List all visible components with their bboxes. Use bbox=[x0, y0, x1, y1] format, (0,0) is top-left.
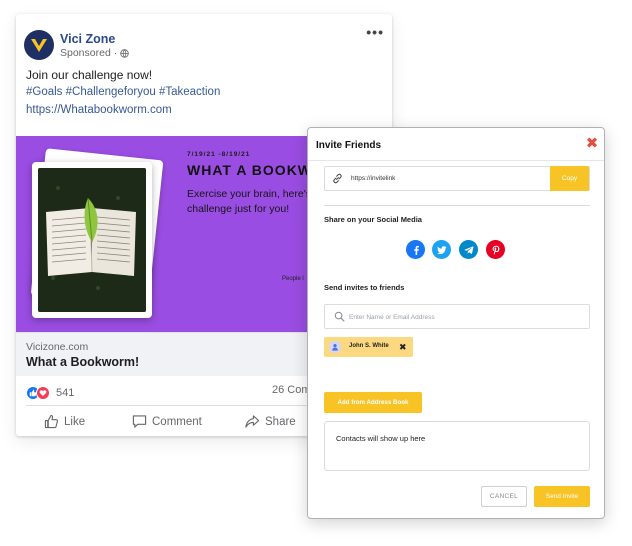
book-photo-image bbox=[38, 168, 146, 312]
invite-link-field[interactable]: https://invitelink Copy bbox=[324, 166, 590, 191]
twitter-icon bbox=[436, 245, 446, 254]
remove-recipient-icon[interactable]: ✖ bbox=[399, 341, 407, 353]
sponsored-label: Sponsored · bbox=[60, 47, 129, 59]
banner-description: Exercise your brain, here's a challenge … bbox=[187, 188, 320, 215]
reactions-summary[interactable]: 541 bbox=[26, 384, 74, 402]
cancel-button[interactable]: CANCEL bbox=[481, 486, 527, 507]
like-label: Like bbox=[64, 415, 86, 428]
post-text: Join our challenge now! bbox=[26, 68, 153, 82]
recipient-name: John S. White bbox=[349, 343, 389, 349]
comment-button[interactable]: Comment bbox=[132, 414, 202, 429]
more-options-icon[interactable]: ••• bbox=[366, 24, 384, 40]
banner-dates: 7/19/21 -8/19/21 bbox=[187, 151, 251, 158]
send-invites-label: Send invites to friends bbox=[324, 283, 405, 292]
screen: Vici Zone Sponsored · ••• Join our chall… bbox=[0, 0, 632, 546]
share-button[interactable]: Share bbox=[244, 414, 296, 429]
reaction-count: 541 bbox=[56, 387, 75, 399]
facebook-share-button[interactable] bbox=[406, 240, 425, 259]
invite-friends-modal: Invite Friends ✖ https://invitelink Copy… bbox=[307, 127, 605, 519]
facebook-icon bbox=[413, 245, 419, 255]
pinterest-icon bbox=[492, 245, 499, 255]
open-book-illustration bbox=[38, 168, 146, 312]
banner-title: WHAT A BOOKWO bbox=[187, 162, 324, 178]
post-link[interactable]: https://Whatabookworm.com bbox=[26, 104, 172, 116]
thumbs-up-icon bbox=[44, 414, 59, 429]
invite-link-text: https://invitelink bbox=[351, 175, 396, 182]
like-button[interactable]: Like bbox=[44, 414, 85, 429]
link-title: What a Bookworm! bbox=[26, 355, 140, 369]
pinterest-share-button[interactable] bbox=[486, 240, 505, 259]
comment-label: Comment bbox=[152, 415, 202, 428]
contacts-list[interactable]: Contacts will show up here bbox=[324, 421, 590, 471]
globe-icon bbox=[120, 48, 129, 58]
send-invite-button[interactable]: Send Invite bbox=[534, 486, 590, 507]
post-author[interactable]: Vici Zone bbox=[60, 32, 115, 46]
contacts-placeholder: Contacts will show up here bbox=[336, 434, 426, 443]
add-from-address-book-button[interactable]: Add from Address Book bbox=[324, 392, 422, 413]
share-social-label: Share on your Social Media bbox=[324, 215, 422, 224]
love-reaction-icon bbox=[36, 386, 50, 400]
reaction-icons bbox=[26, 386, 50, 400]
share-label: Share bbox=[265, 415, 296, 428]
comment-icon bbox=[132, 415, 147, 428]
search-input[interactable] bbox=[349, 309, 579, 325]
close-icon[interactable]: ✖ bbox=[585, 136, 599, 151]
user-avatar-icon bbox=[329, 341, 341, 353]
search-icon bbox=[334, 311, 345, 322]
post-hashtags[interactable]: #Goals #Challengeforyou #Takeaction bbox=[26, 86, 220, 98]
section-divider bbox=[324, 205, 590, 206]
telegram-icon bbox=[463, 245, 473, 254]
share-icon bbox=[245, 415, 260, 428]
link-icon bbox=[333, 173, 342, 184]
v-logo-icon bbox=[31, 39, 47, 52]
comments-count[interactable]: 26 Com bbox=[272, 384, 311, 396]
recipient-chip[interactable]: John S. White ✖ bbox=[324, 337, 413, 357]
copy-button[interactable]: Copy bbox=[550, 166, 589, 191]
link-domain: Vicizone.com bbox=[26, 341, 89, 353]
book-photo bbox=[32, 162, 152, 318]
vici-zone-logo[interactable] bbox=[24, 30, 54, 60]
twitter-share-button[interactable] bbox=[432, 240, 451, 259]
modal-title: Invite Friends bbox=[316, 140, 382, 151]
banner-footer-text: People l bbox=[282, 276, 304, 282]
modal-header-divider bbox=[308, 160, 604, 161]
sponsored-text: Sponsored · bbox=[60, 47, 118, 59]
telegram-share-button[interactable] bbox=[459, 240, 478, 259]
search-field[interactable] bbox=[324, 304, 590, 329]
